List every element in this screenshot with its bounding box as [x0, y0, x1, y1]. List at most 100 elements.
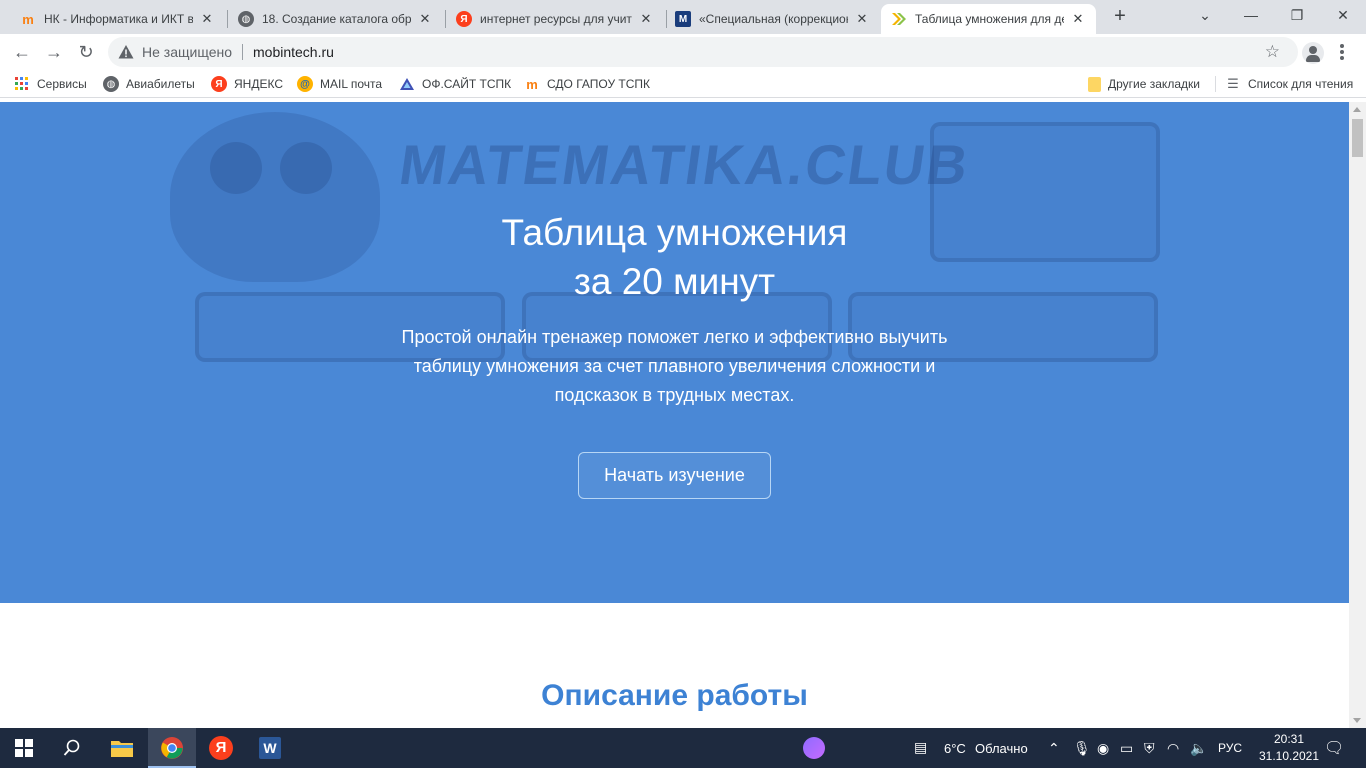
- background-logo: MATEMATIKA.CLUB: [395, 133, 974, 196]
- tab-5-active[interactable]: Таблица умножения для де ✕: [881, 4, 1096, 34]
- microphone-icon[interactable]: 🎙: [1073, 740, 1091, 757]
- mail-icon: @: [297, 76, 313, 92]
- hero-subtitle-line: подсказок в трудных местах.: [554, 385, 795, 405]
- tab-title: интернет ресурсы для учите: [480, 12, 632, 26]
- search-icon[interactable]: [48, 728, 96, 768]
- bookmark-other[interactable]: Другие закладки: [1088, 75, 1200, 93]
- hero-subtitle: Простой онлайн тренажер поможет легко и …: [360, 323, 989, 410]
- news-widget-icon[interactable]: ▤: [914, 739, 927, 756]
- folder-icon: [1088, 76, 1101, 92]
- tab-4[interactable]: M «Специальная (коррекцион ✕: [665, 4, 880, 34]
- bookmark-tspk-site[interactable]: ОФ.САЙТ ТСПК: [399, 75, 511, 93]
- file-explorer-icon[interactable]: [98, 728, 146, 768]
- hero-section: MATEMATIKA.CLUB Таблица умножения за 20 …: [0, 102, 1349, 603]
- bookmark-star-icon[interactable]: ☆: [1265, 42, 1280, 62]
- bookmark-aviabilety[interactable]: ◍ Авиабилеты: [103, 75, 195, 93]
- forward-icon[interactable]: →: [40, 38, 68, 66]
- hero-title: Таблица умножения за 20 минут: [0, 208, 1349, 306]
- warning-icon[interactable]: [118, 44, 134, 60]
- yandex-icon: Я: [211, 76, 227, 92]
- start-learning-button[interactable]: Начать изучение: [578, 452, 771, 499]
- bookmark-label: Авиабилеты: [126, 77, 195, 91]
- back-icon[interactable]: ←: [8, 38, 36, 66]
- page-viewport: MATEMATIKA.CLUB Таблица умножения за 20 …: [0, 102, 1349, 728]
- yandex-browser-icon[interactable]: Я: [197, 728, 245, 768]
- clock-time[interactable]: 20:31: [1262, 732, 1316, 746]
- tab-1[interactable]: m НК - Информатика и ИКТ в ✕: [10, 4, 225, 34]
- tab-title: НК - Информатика и ИКТ в: [44, 12, 193, 26]
- bookmarks-divider: [1215, 76, 1216, 92]
- bookmark-label: Другие закладки: [1108, 77, 1200, 91]
- reading-list[interactable]: ☰ Список для чтения: [1225, 75, 1353, 93]
- new-tab-button[interactable]: +: [1108, 5, 1132, 29]
- security-label[interactable]: Не защищено: [142, 44, 232, 60]
- notifications-icon[interactable]: 🗨: [1324, 738, 1344, 758]
- bookmark-label: ОФ.САЙТ ТСПК: [422, 77, 512, 91]
- hero-title-line: Таблица умножения: [501, 212, 848, 253]
- url-divider: [242, 44, 243, 60]
- tab-search-icon[interactable]: ⌄: [1182, 0, 1228, 30]
- weather-temp[interactable]: 6°C: [944, 741, 966, 756]
- tab-3[interactable]: Я интернет ресурсы для учите ✕: [446, 4, 664, 34]
- windows-taskbar: Я W ▤ 6°C Облачно ⌃ 🎙 ◉ ▭ ⛨ ◠ 🔈 РУС 20:3…: [0, 728, 1366, 768]
- moodle-icon: m: [526, 76, 538, 92]
- tab-2[interactable]: ◍ 18. Создание каталога обра ✕: [228, 4, 443, 34]
- minimize-icon[interactable]: —: [1228, 0, 1274, 30]
- close-icon[interactable]: ✕: [417, 11, 433, 27]
- hero-title-line: за 20 минут: [573, 261, 776, 302]
- chrome-icon[interactable]: [148, 728, 196, 768]
- globe-icon: ◍: [238, 11, 254, 27]
- arrows-icon: [891, 11, 907, 27]
- word-icon[interactable]: W: [246, 728, 294, 768]
- language-indicator[interactable]: РУС: [1218, 741, 1242, 755]
- window-close-icon[interactable]: ✕: [1320, 0, 1366, 30]
- scroll-up-icon[interactable]: [1353, 107, 1361, 112]
- windows-start-icon[interactable]: [0, 728, 48, 768]
- tab-strip: m НК - Информатика и ИКТ в ✕ ◍ 18. Созда…: [0, 0, 1366, 34]
- scroll-down-icon[interactable]: [1353, 718, 1361, 723]
- reload-icon[interactable]: ↻: [72, 38, 100, 66]
- bookmark-sdo[interactable]: m СДО ГАПОУ ТСПК: [524, 75, 650, 93]
- restore-icon[interactable]: ❐: [1274, 0, 1320, 30]
- page-scrollbar[interactable]: [1349, 102, 1366, 728]
- close-icon[interactable]: ✕: [638, 11, 654, 27]
- bookmark-label: ЯНДЕКС: [234, 77, 283, 91]
- yandex-icon: Я: [456, 11, 472, 27]
- hero-subtitle-line: таблицу умножения за счет плавного увели…: [413, 356, 936, 376]
- url-text[interactable]: mobintech.ru: [253, 44, 334, 60]
- reading-list-icon: ☰: [1227, 76, 1239, 91]
- tab-title: «Специальная (коррекцион: [699, 12, 848, 26]
- volume-icon[interactable]: 🔈: [1190, 740, 1207, 757]
- bookmark-label: Список для чтения: [1248, 77, 1354, 91]
- weather-condition[interactable]: Облачно: [975, 741, 1028, 756]
- close-icon[interactable]: ✕: [854, 11, 870, 27]
- site-icon: M: [675, 11, 691, 27]
- hero-subtitle-line: Простой онлайн тренажер поможет легко и …: [401, 327, 948, 347]
- tab-title: 18. Создание каталога обра: [262, 12, 411, 26]
- bookmark-services[interactable]: Сервисы: [14, 75, 87, 93]
- wifi-icon[interactable]: ◠: [1167, 740, 1179, 757]
- globe-icon: ◍: [103, 76, 119, 92]
- alice-assistant-icon[interactable]: [790, 728, 838, 768]
- tab-title: Таблица умножения для де: [915, 12, 1064, 26]
- bookmark-yandex[interactable]: Я ЯНДЕКС: [211, 75, 283, 93]
- antivirus-icon[interactable]: ◉: [1097, 740, 1109, 757]
- close-icon[interactable]: ✕: [199, 11, 215, 27]
- browser-toolbar: ← → ↻ Не защищено mobintech.ru ☆: [0, 34, 1366, 70]
- moodle-icon: m: [22, 11, 34, 27]
- bookmark-label: СДО ГАПОУ ТСПК: [547, 77, 651, 91]
- section-title: Описание работы: [541, 679, 808, 712]
- menu-kebab-icon[interactable]: [1332, 43, 1352, 63]
- profile-avatar-icon[interactable]: [1302, 42, 1324, 64]
- bookmark-label: MAIL почта: [320, 77, 383, 91]
- address-bar[interactable]: Не защищено mobintech.ru ☆: [108, 37, 1298, 67]
- close-icon[interactable]: ✕: [1070, 11, 1086, 27]
- clock-date[interactable]: 31.10.2021: [1252, 749, 1326, 763]
- bookmark-label: Сервисы: [37, 77, 87, 91]
- shield-icon[interactable]: ⛨: [1144, 740, 1155, 757]
- bookmarks-bar: Сервисы ◍ Авиабилеты Я ЯНДЕКС @ MAIL поч…: [0, 70, 1366, 98]
- show-hidden-icons-icon[interactable]: ⌃: [1048, 740, 1060, 757]
- bookmark-mail[interactable]: @ MAIL почта: [297, 75, 382, 93]
- battery-icon[interactable]: ▭: [1120, 740, 1133, 757]
- scrollbar-thumb[interactable]: [1352, 119, 1363, 157]
